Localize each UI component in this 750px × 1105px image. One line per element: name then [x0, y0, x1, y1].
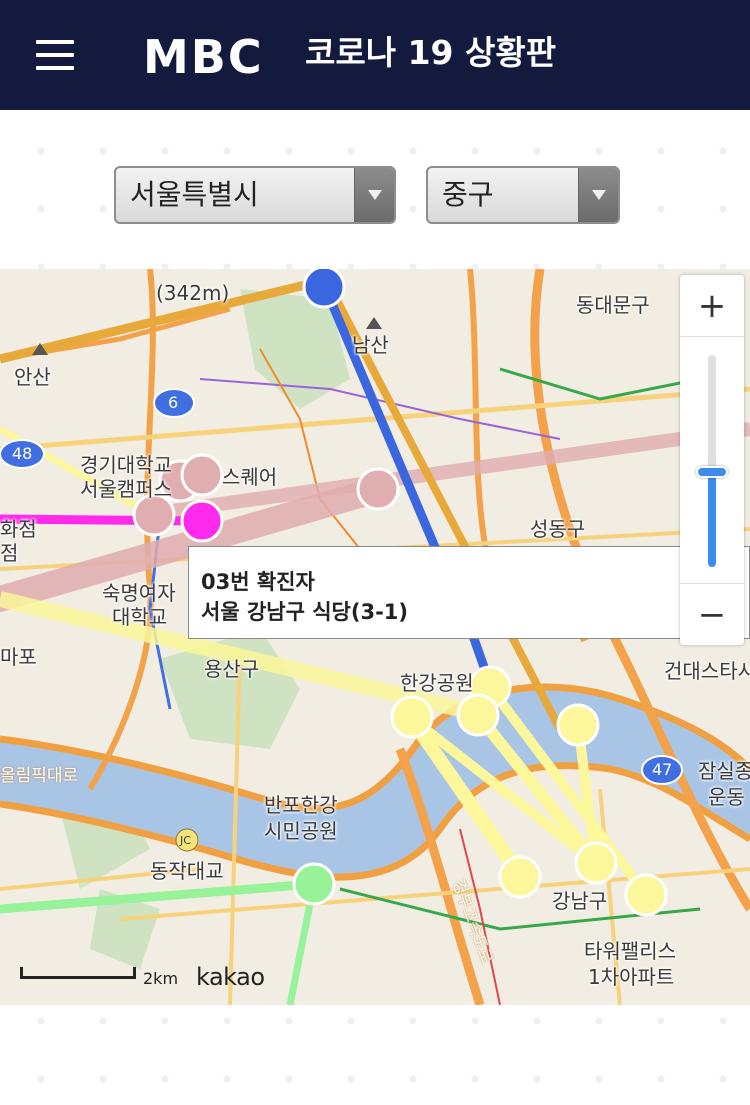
map-label-hangang-park: 한강공원 [400, 671, 474, 695]
mbc-logo: MBC [143, 30, 264, 84]
map-label-daehakgyo: 대학교 [112, 605, 168, 629]
map-label-jc: JC [180, 834, 191, 847]
map-label-citizen-park: 시민공원 [264, 819, 338, 843]
map-label-ansan: 안산 [14, 365, 51, 389]
info-window-patient: 03번 확진자 [201, 570, 315, 594]
map-label-square: 스퀘어 [222, 465, 278, 489]
map-label-tower-palace-apt: 1차아파트 [588, 965, 675, 989]
map-label-tower-palace: 타워팰리스 [584, 939, 676, 963]
map-scale-label: 2km [143, 969, 179, 988]
zoom-out-button[interactable]: − [680, 583, 744, 645]
app-header: MBC 코로나 19 상황판 [0, 0, 750, 110]
chevron-down-icon [578, 168, 618, 222]
map-label-seongdong: 성동구 [530, 517, 586, 541]
map-label-olympic: 올림픽대로 [0, 766, 79, 786]
page-title: 코로나 19 상황판 [305, 33, 557, 72]
map-label-road6: 6 [168, 393, 179, 412]
map-label-jeom2: 점 [0, 541, 19, 565]
chevron-down-icon [354, 168, 394, 222]
district-select[interactable]: 중구 [426, 166, 620, 224]
info-window-place: 서울 강남구 식당(3-1) [201, 600, 408, 624]
map-label-namsan: 남산 [352, 333, 389, 357]
map-label-banpo: 반포한강 [264, 793, 338, 817]
map-label-mountain-height: (342m) [156, 281, 230, 305]
city-select-value: 서울특별시 [130, 178, 259, 211]
map-label-geondae: 건대스타시 [664, 659, 750, 683]
map-scale-bar [20, 967, 136, 979]
zoom-in-button[interactable]: + [680, 275, 744, 337]
city-select[interactable]: 서울특별시 [114, 166, 396, 224]
kakao-logo: kakao [196, 963, 265, 991]
district-select-value: 중구 [442, 178, 494, 211]
zoom-slider[interactable] [708, 355, 716, 567]
map-label-dongjak: 동작대교 [150, 859, 224, 883]
hamburger-menu-icon[interactable] [36, 40, 74, 70]
map-label-jamsil: 잠실종 [698, 759, 750, 783]
map-label-road47: 47 [652, 760, 673, 779]
map-label-undong: 운동 [708, 785, 745, 809]
info-window: 03번 확진자 서울 강남구 식당(3-1) [188, 546, 750, 639]
map-label-yongsan: 용산구 [204, 657, 260, 681]
map-label-dongdaemun: 동대문구 [576, 293, 650, 317]
zoom-slider-thumb[interactable] [696, 465, 728, 478]
map-view[interactable]: (342m) 안산 동대문구 남산 6 48 경기대학교 서울캠퍼스 스퀘어 성… [0, 269, 750, 1005]
map-label-mapo: 마포 [0, 645, 37, 669]
map-label-road48: 48 [12, 444, 33, 463]
zoom-slider-fill [708, 471, 716, 567]
map-label-seoul-campus: 서울캠퍼스 [80, 477, 172, 501]
map-label-gangnam: 강남구 [552, 889, 608, 913]
zoom-control: + − [680, 275, 744, 645]
